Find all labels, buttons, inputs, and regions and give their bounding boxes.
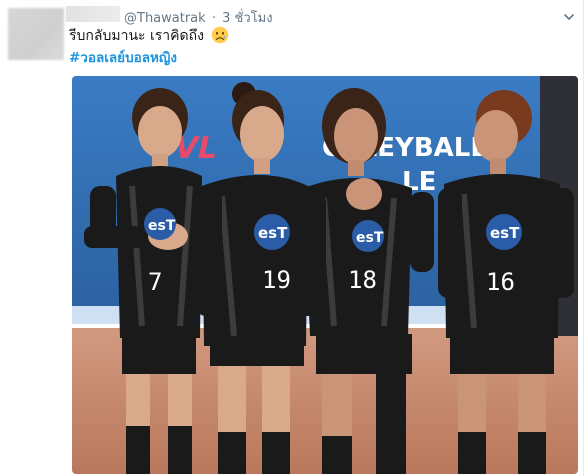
- tweet-body: รีบกลับมานะ เราคิดถึง: [69, 25, 229, 47]
- sponsor-logo-1: esT: [148, 218, 176, 234]
- tweet-card: @Thawatrak · 3 ชั่วโมง รีบกลับมานะ เราคิ…: [0, 0, 584, 476]
- chevron-down-icon[interactable]: [562, 10, 576, 24]
- display-name[interactable]: [66, 6, 120, 22]
- user-handle[interactable]: @Thawatrak: [124, 11, 206, 26]
- tweet-text: รีบกลับมานะ เราคิดถึง: [69, 28, 204, 44]
- player-number-1: 7: [148, 268, 162, 296]
- sad-face-emoji-icon: [212, 26, 229, 44]
- player-number-2: 19: [262, 266, 291, 294]
- avatar[interactable]: [8, 8, 64, 60]
- sponsor-logo-2: esT: [258, 224, 288, 242]
- meta-separator: ·: [211, 11, 216, 26]
- volleyball-players-image: VL OLLEYBALL LE esT 7 esT 19 esT 18 esT …: [72, 76, 578, 474]
- tweet-photo[interactable]: VL OLLEYBALL LE esT 7 esT 19 esT 18 esT …: [72, 76, 578, 474]
- player-number-3: 18: [348, 266, 377, 294]
- tweet-timestamp[interactable]: 3 ชั่วโมง: [222, 11, 272, 26]
- sponsor-logo-4: esT: [490, 224, 520, 242]
- sponsor-logo-3: esT: [356, 230, 384, 246]
- hashtag-link[interactable]: #วอลเลย์บอลหญิง: [69, 46, 177, 68]
- player-number-4: 16: [486, 268, 515, 296]
